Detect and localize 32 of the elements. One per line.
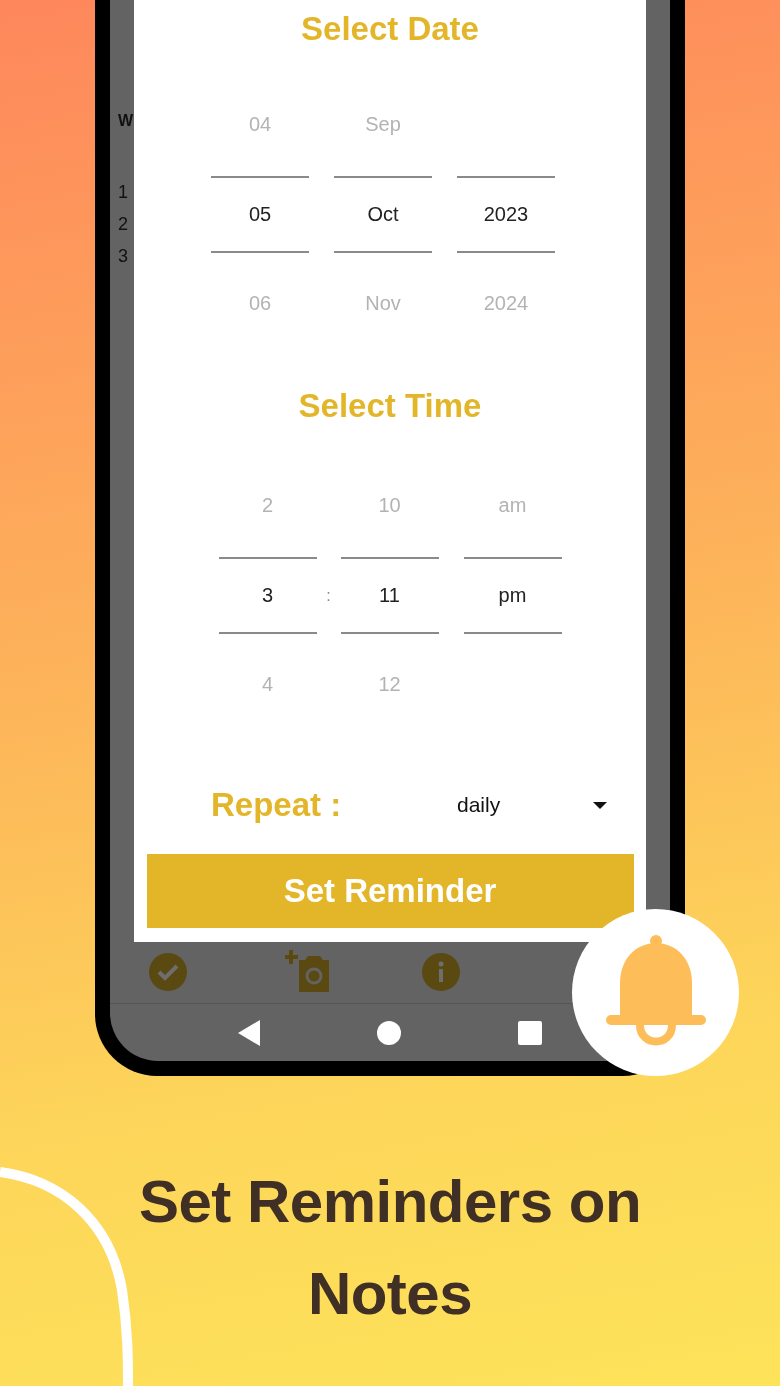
note-line: 2 xyxy=(118,213,128,236)
picker-option[interactable]: Sep xyxy=(334,72,432,176)
picker-option[interactable]: 04 xyxy=(211,72,309,176)
picker-option[interactable]: am xyxy=(463,453,562,557)
home-icon[interactable] xyxy=(377,1020,401,1045)
set-reminder-button[interactable]: Set Reminder xyxy=(146,854,634,928)
picker-value[interactable]: 11 xyxy=(340,557,439,634)
picker-option[interactable]: 2024 xyxy=(457,253,555,353)
picker-option[interactable]: 2 xyxy=(218,453,317,557)
picker-option[interactable]: 10 xyxy=(340,453,439,557)
picker-value[interactable]: pm xyxy=(463,557,562,634)
note-line: 3 xyxy=(118,245,128,268)
dialog-title: Select Time xyxy=(298,387,482,425)
note-title: W xyxy=(118,112,134,130)
headline: Set Reminders on Notes xyxy=(137,1167,643,1329)
picker-value[interactable]: 3 xyxy=(218,557,317,634)
picker-value[interactable]: 2023 xyxy=(457,176,555,253)
back-icon[interactable] xyxy=(238,1019,261,1046)
picker-value[interactable]: 05 xyxy=(211,176,309,253)
picker-option[interactable]: Nov xyxy=(334,253,432,353)
recents-icon[interactable] xyxy=(517,1020,542,1045)
dialog-title: Select Date xyxy=(301,10,479,48)
repeat-label: Repeat : xyxy=(211,786,343,824)
dropdown-caret-icon xyxy=(593,801,607,809)
time-separator: : xyxy=(326,586,331,605)
picker-option[interactable]: 12 xyxy=(340,634,439,734)
check-icon[interactable] xyxy=(149,953,187,991)
note-line: 1 xyxy=(118,181,128,204)
picker-option[interactable]: 06 xyxy=(211,253,309,353)
repeat-dropdown[interactable]: daily xyxy=(457,793,607,817)
picker-option[interactable]: 4 xyxy=(218,634,317,734)
picker-value[interactable]: Oct xyxy=(334,176,432,253)
